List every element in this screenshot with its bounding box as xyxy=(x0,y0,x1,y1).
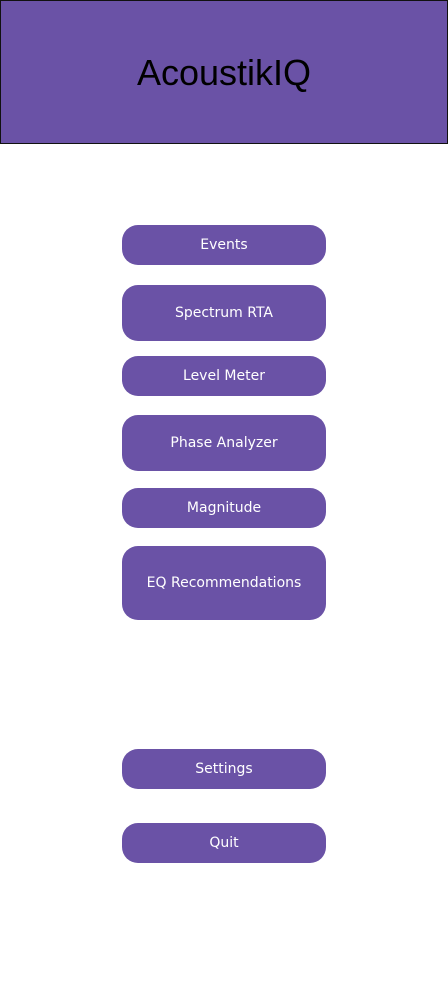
magnitude-button[interactable]: Magnitude xyxy=(122,488,326,528)
events-button[interactable]: Events xyxy=(122,225,326,265)
quit-button[interactable]: Quit xyxy=(122,823,326,863)
app-header: AcoustikIQ xyxy=(0,0,448,144)
level-meter-button[interactable]: Level Meter xyxy=(122,356,326,396)
main-menu-screen: AcoustikIQ Events Spectrum RTA Level Met… xyxy=(0,0,448,997)
phase-analyzer-button[interactable]: Phase Analyzer xyxy=(122,415,326,471)
eq-recommendations-button[interactable]: EQ Recommendations xyxy=(122,546,326,620)
spectrum-rta-button[interactable]: Spectrum RTA xyxy=(122,285,326,341)
settings-button[interactable]: Settings xyxy=(122,749,326,789)
app-title: AcoustikIQ xyxy=(136,52,312,93)
